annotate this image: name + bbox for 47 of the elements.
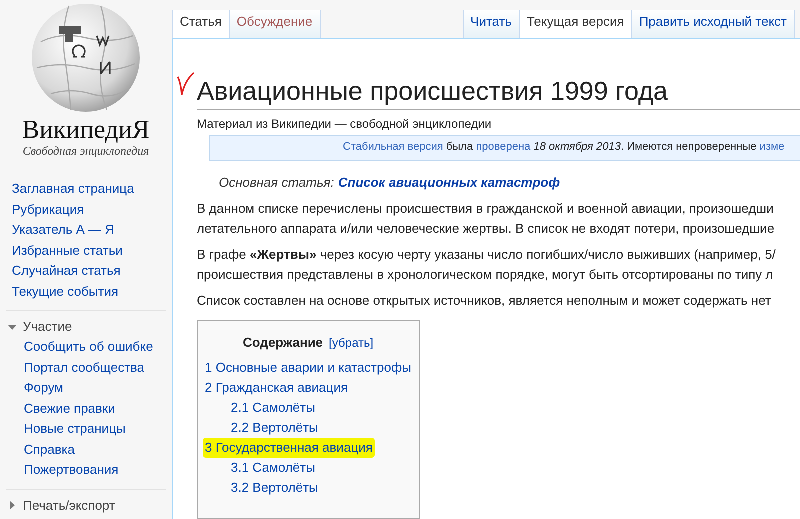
paragraph-line: Список составлен на основе открытых источников, является неполным и может содержать нет [197,292,772,310]
paragraph-line: летательного аппарата и/или человеческие жертвы. В список не входят потери, произошедшие [197,220,776,238]
sidebar-link[interactable]: Случайная статья [12,261,121,282]
sidebar-link[interactable]: Текущие события [12,282,118,302]
toc-toggle-link[interactable]: [убрать] [329,334,374,352]
namespace-tab[interactable]: Обсуждение [230,10,321,38]
toc-link[interactable]: 2 Гражданская авиация [205,378,348,398]
view-tab[interactable]: Править исходный текст [632,10,795,38]
sidebar-section-heading[interactable]: Участие [23,317,72,337]
toc-title: Содержание [242,334,324,352]
toc-link[interactable]: 3.2 Вертолёты [231,478,318,498]
view-tab[interactable]: Читать [464,10,520,38]
page-tagline: Материал из Википедии — свободной энциклопедии [197,116,493,132]
paragraph-line: происшествия представлены в хронологическом порядке, могут быть отсортированы по типу л [197,266,774,284]
notice-link[interactable]: изме [760,139,785,156]
expanded-triangle-icon[interactable] [8,322,17,332]
sidebar-link[interactable]: Портал сообщества [24,358,145,378]
hatnote-link[interactable]: Список авиационных катастроф [338,172,560,192]
sidebar-link[interactable]: Новые страницы [24,419,126,440]
notice-link[interactable]: проверена [476,139,531,156]
sidebar-link[interactable]: Указатель А — Я [12,220,114,240]
sidebar-link[interactable]: Заглавная страница [12,179,134,200]
sidebar-link[interactable]: Избранные статьи [12,240,123,261]
namespace-tab[interactable]: Статья [173,10,230,38]
wikipedia-tagline: Свободная энциклопедия [22,144,150,158]
sidebar-link[interactable]: Рубрикация [12,200,84,220]
toc-link[interactable]: 2.1 Самолёты [231,398,316,418]
sidebar-link[interactable]: Форум [24,378,64,398]
toc-link[interactable]: 3 Государственная авиация [203,438,375,458]
view-tab[interactable]: Текущая версия [520,10,632,38]
sidebar-section-heading[interactable]: Печать/экспорт [23,496,116,516]
toc-link[interactable]: 3.1 Самолёты [231,458,316,478]
hatnote-label: Основная статья: [219,174,334,192]
checkmark-annotation [177,70,195,96]
sidebar-link[interactable]: Пожертвования [24,460,119,480]
paragraph-line: В графе «Жертвы» через косую черту указаны число погибших/число выживших (например, 5/ [197,246,777,264]
sidebar-link[interactable]: Сообщить об ошибке [24,337,154,358]
page-title: Авиационные происшествия 1999 года [197,74,800,110]
collapsed-triangle-icon[interactable] [8,501,17,510]
toc-link[interactable]: 2.2 Вертолёты [231,418,318,438]
toc-link[interactable]: 1 Основные аварии и катастрофы [205,358,412,378]
sidebar-link[interactable]: Справка [24,440,75,460]
notice-link[interactable]: Стабильная версия [343,139,444,156]
review-notice: Стабильная версия была проверена 18 октября 2013. Имеются непроверенные изме [209,134,800,160]
wikipedia-wordmark[interactable]: ВикипедиЯ [22,116,150,144]
sidebar-link[interactable]: Свежие правки [24,398,116,419]
paragraph-line: В данном списке перечислены происшествия в гражданской и военной авиации, произошедши [197,200,775,218]
